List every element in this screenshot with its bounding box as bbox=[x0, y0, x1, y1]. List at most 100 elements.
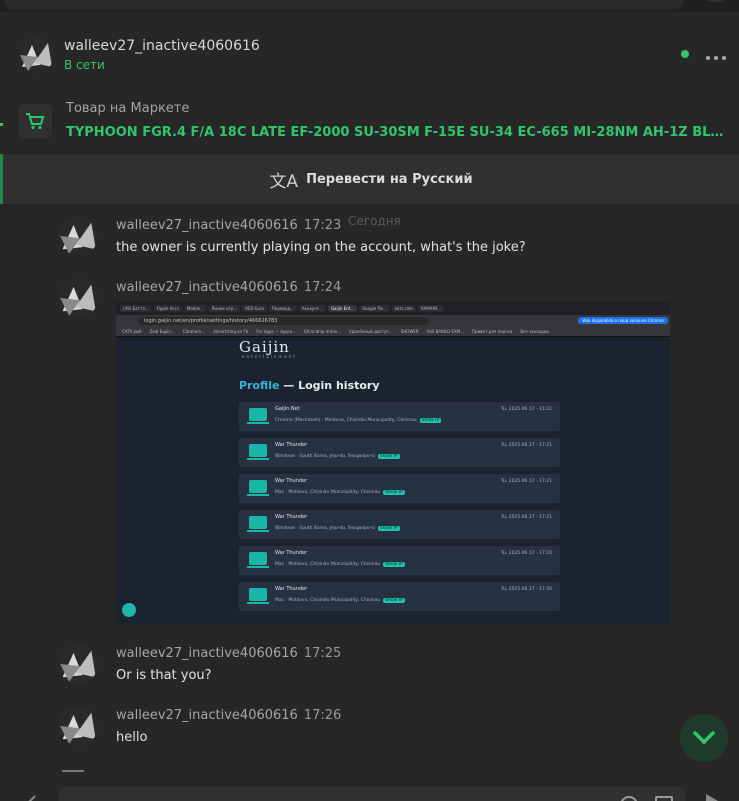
entry-date: Tu, 2025.06.17 - 17:21 bbox=[501, 515, 552, 520]
browser-tab-active: Gaijin Ent... bbox=[327, 305, 358, 312]
cart-icon bbox=[18, 104, 52, 138]
next-message-avatar bbox=[62, 770, 84, 772]
market-item-banner[interactable]: Товар на Маркете TYPHOON FGR.4 F/A 18C L… bbox=[0, 88, 739, 154]
entry-service: War Thunder bbox=[275, 550, 308, 556]
bookmark: Привет для поиска bbox=[472, 328, 513, 334]
translate-icon: 文A bbox=[269, 171, 299, 192]
bookmark: Citrahorn... bbox=[182, 328, 206, 334]
browser-update-notice: Vola disponibila o noua versiune Chrome bbox=[578, 317, 668, 324]
login-entry: War Thunder Mac · Moldova, Chișinău Muni… bbox=[239, 582, 560, 611]
avatar[interactable] bbox=[58, 216, 98, 256]
message-time: 17:25 bbox=[303, 646, 342, 661]
message-author[interactable]: walleev27_inactive4060616 17:25 bbox=[116, 646, 341, 661]
login-entry: War Thunder Windows · South Korea, Jeju-… bbox=[239, 438, 560, 467]
laptop-icon bbox=[247, 444, 269, 460]
browser-tab: Google Пе... bbox=[359, 305, 390, 312]
message-input[interactable] bbox=[58, 786, 686, 801]
browser-tab: Аккаунт... bbox=[298, 305, 326, 312]
browser-tab: Mobile... bbox=[183, 305, 207, 312]
avatar[interactable] bbox=[58, 278, 98, 318]
browser-tab: Fipple Accs bbox=[153, 305, 182, 312]
entry-date: Tu, 2025.06.17 - 17:20 bbox=[501, 587, 552, 592]
laptop-icon bbox=[247, 408, 269, 424]
translate-label: Перевести на Русский bbox=[306, 171, 473, 187]
message-time: 17:24 bbox=[303, 280, 342, 295]
login-entry: War Thunder Windows · South Korea, Jeju-… bbox=[239, 510, 560, 539]
entry-service: War Thunder bbox=[275, 514, 308, 520]
image-icon[interactable] bbox=[655, 796, 673, 801]
market-label: Товар на Маркете bbox=[66, 101, 190, 116]
bookmark: SHOWER bbox=[400, 328, 419, 334]
entry-service: War Thunder bbox=[275, 586, 308, 592]
bookmark: CAT6 рыб bbox=[122, 328, 142, 334]
browser-tab: lolzt.com bbox=[391, 305, 416, 312]
attach-icon[interactable] bbox=[26, 790, 38, 801]
avatar[interactable] bbox=[58, 644, 98, 684]
top-search-strip[interactable] bbox=[4, 0, 684, 10]
more-icon[interactable] bbox=[706, 56, 726, 62]
online-status: В сети bbox=[64, 58, 105, 72]
composer bbox=[0, 784, 739, 801]
entry-date: Tu, 2025.06.17 - 17:21 bbox=[501, 443, 552, 448]
scroll-down-button[interactable] bbox=[680, 714, 728, 762]
message-text: hello bbox=[116, 730, 148, 745]
message-author[interactable]: walleev27_inactive4060616 17:26 bbox=[116, 708, 341, 723]
laptop-icon bbox=[247, 552, 269, 568]
market-item-title[interactable]: TYPHOON FGR.4 F/A 18C LATE EF-2000 SU-30… bbox=[66, 125, 726, 140]
login-history-heading: Profile — Login history bbox=[239, 379, 380, 392]
bookmark: Все закладки bbox=[520, 328, 549, 334]
browser-url: login.gaijin.net/en/profile/settings/his… bbox=[138, 316, 428, 325]
date-separator: Сегодня bbox=[348, 214, 401, 228]
browser-tab: AED Euro bbox=[242, 305, 267, 312]
browser-tab: RAPAHN... bbox=[417, 305, 444, 312]
entry-date: Tu, 2025.06.17 - 11:22 bbox=[501, 407, 552, 412]
online-indicator bbox=[681, 50, 689, 58]
avatar[interactable] bbox=[58, 706, 98, 746]
top-avatar[interactable] bbox=[702, 0, 728, 2]
chevron-down-icon bbox=[693, 731, 715, 745]
bookmark: Zeal Equin... bbox=[149, 328, 175, 334]
entry-meta: Mac · Moldova, Chișinău Municipality, Ch… bbox=[275, 598, 405, 603]
browser-tab: (49) Баттл... bbox=[120, 305, 152, 312]
top-bar bbox=[0, 0, 739, 12]
message-author[interactable]: walleev27_inactive4060616 17:24 bbox=[116, 280, 341, 295]
bookmark: Удалённый доступ... bbox=[349, 328, 393, 334]
translate-button[interactable]: 文A Перевести на Русский bbox=[0, 154, 739, 204]
login-entry: War Thunder Mac · Moldova, Chișinău Muni… bbox=[239, 474, 560, 503]
entry-service: War Thunder bbox=[275, 442, 308, 448]
bookmark: Gfcrz-dnip mrlne... bbox=[303, 328, 342, 334]
message-time: 17:23 bbox=[303, 218, 342, 233]
gaijin-logo-sub: entertainment bbox=[242, 354, 297, 359]
message-text: Or is that you? bbox=[116, 668, 212, 683]
fingerprint-icon bbox=[122, 603, 136, 617]
bookmark: ASS BAWLD EXM... bbox=[426, 328, 465, 334]
login-entry: Gaijin.Net Chrome (Macintosh) · Moldova,… bbox=[239, 402, 560, 431]
laptop-icon bbox=[247, 480, 269, 496]
bookmarks-bar: CAT6 рыб Zeal Equin... Citrahorn... Adve… bbox=[116, 326, 670, 337]
entry-meta: Windows · South Korea, Jeju-do, Seogwipo… bbox=[275, 454, 400, 459]
bookmark: Advertising on Fb bbox=[213, 328, 249, 334]
message-list: Сегодня walleev27_inactive4060616 17:23 t… bbox=[0, 204, 739, 784]
chat-header: walleev27_inactive4060616 В сети bbox=[0, 12, 739, 88]
entry-date: Tu, 2025.06.17 - 17:20 bbox=[501, 551, 552, 556]
entry-date: Tu, 2025.06.17 - 17:21 bbox=[501, 479, 552, 484]
entry-meta: Mac · Moldova, Chișinău Municipality, Ch… bbox=[275, 490, 405, 495]
login-entry: War Thunder Mac · Moldova, Chișinău Muni… bbox=[239, 546, 560, 575]
browser-tab: Рынок игр... bbox=[208, 305, 241, 312]
entry-meta: Windows · South Korea, Jeju-do, Seogwipo… bbox=[275, 526, 400, 531]
entry-meta: Mac · Moldova, Chișinău Municipality, Ch… bbox=[275, 562, 405, 567]
entry-service: Gaijin.Net bbox=[275, 406, 300, 412]
laptop-icon bbox=[247, 516, 269, 532]
banner-accent bbox=[0, 123, 3, 126]
bookmark: For Apps — Appro... bbox=[256, 328, 296, 334]
browser-tabs: (49) Баттл... Fipple Accs Mobile... Рыно… bbox=[116, 302, 670, 315]
message-text: the owner is currently playing on the ac… bbox=[116, 240, 526, 255]
message-time: 17:26 bbox=[303, 708, 342, 723]
avatar[interactable] bbox=[18, 37, 54, 73]
laptop-icon bbox=[247, 588, 269, 604]
send-icon[interactable] bbox=[706, 794, 718, 801]
chat-username[interactable]: walleev27_inactive4060616 bbox=[64, 38, 260, 54]
message-author[interactable]: walleev27_inactive4060616 17:23 bbox=[116, 218, 341, 233]
attached-screenshot[interactable]: (49) Баттл... Fipple Accs Mobile... Рыно… bbox=[116, 302, 670, 624]
entry-meta: Chrome (Macintosh) · Moldova, Chișinău M… bbox=[275, 418, 442, 423]
